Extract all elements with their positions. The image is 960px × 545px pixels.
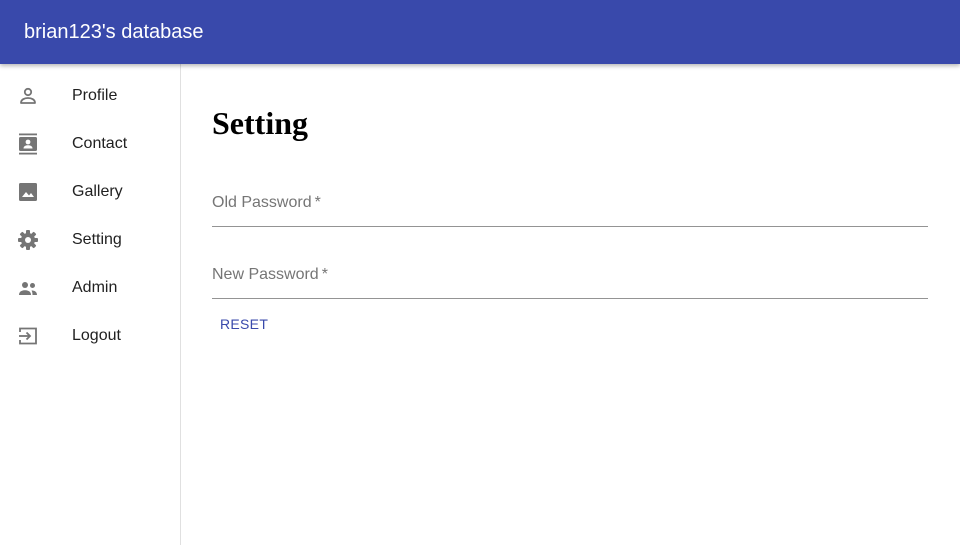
sidebar-item-label: Logout bbox=[72, 327, 121, 344]
app-title: brian123's database bbox=[24, 21, 204, 43]
person-icon bbox=[16, 84, 40, 108]
old-password-input[interactable] bbox=[212, 195, 928, 219]
page-title: Setting bbox=[212, 105, 308, 141]
old-password-field[interactable]: Old Password * bbox=[212, 187, 928, 227]
field-underline bbox=[212, 298, 928, 299]
sidebar-item-label: Contact bbox=[72, 135, 128, 152]
contact-card-icon bbox=[16, 132, 40, 156]
sidebar-item-label: Profile bbox=[72, 87, 118, 104]
sidebar-item-label: Admin bbox=[72, 279, 118, 296]
reset-button[interactable]: RESET bbox=[212, 312, 276, 336]
sidebar-item-setting[interactable]: Setting bbox=[0, 216, 180, 264]
sidebar-item-label: Gallery bbox=[72, 183, 123, 200]
new-password-field[interactable]: New Password * bbox=[212, 259, 928, 299]
sidebar-item-label: Setting bbox=[72, 231, 122, 248]
sidebar: Profile Contact Gallery Setting Admin Lo… bbox=[0, 64, 181, 545]
gear-icon bbox=[16, 228, 40, 252]
new-password-input[interactable] bbox=[212, 267, 928, 291]
app-bar: brian123's database bbox=[0, 0, 960, 64]
sidebar-item-admin[interactable]: Admin bbox=[0, 264, 180, 312]
people-icon bbox=[16, 276, 40, 300]
sidebar-item-gallery[interactable]: Gallery bbox=[0, 168, 180, 216]
image-icon bbox=[16, 180, 40, 204]
sidebar-item-contact[interactable]: Contact bbox=[0, 120, 180, 168]
exit-icon bbox=[16, 324, 40, 348]
sidebar-item-profile[interactable]: Profile bbox=[0, 72, 180, 120]
sidebar-item-logout[interactable]: Logout bbox=[0, 312, 180, 360]
field-underline bbox=[212, 226, 928, 227]
